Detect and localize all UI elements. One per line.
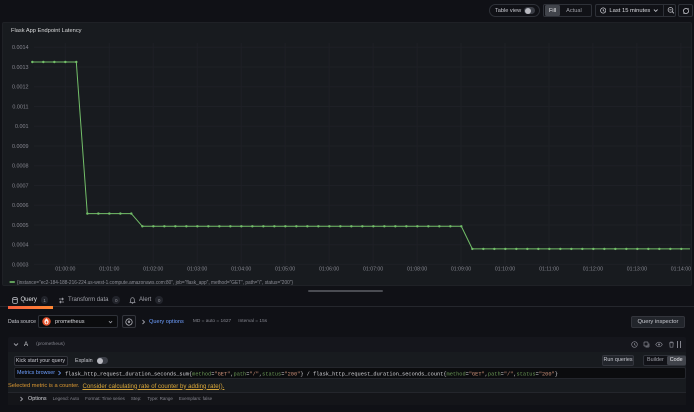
svg-text:01:11:00: 01:11:00 — [539, 267, 559, 273]
svg-text:01:12:00: 01:12:00 — [583, 267, 603, 273]
svg-text:01:14:00: 01:14:00 — [671, 267, 691, 273]
svg-text:01:05:00: 01:05:00 — [275, 267, 295, 273]
svg-text:0.001: 0.001 — [15, 124, 29, 130]
svg-text:0.0006: 0.0006 — [12, 203, 29, 209]
svg-text:flask_http_request_duration_se: flask_http_request_duration_seconds_sum{… — [65, 371, 558, 377]
svg-text:0.0012: 0.0012 — [12, 85, 29, 91]
svg-text:0.0004: 0.0004 — [12, 243, 29, 249]
svg-text:01:06:00: 01:06:00 — [319, 267, 339, 273]
svg-text:{instance="ec2-184-188-216-224: {instance="ec2-184-188-216-224.us-west-1… — [17, 280, 293, 286]
svg-text:01:03:00: 01:03:00 — [187, 267, 207, 273]
svg-text:01:04:00: 01:04:00 — [231, 267, 251, 273]
svg-text:01:02:00: 01:02:00 — [143, 267, 163, 273]
svg-text:01:09:00: 01:09:00 — [451, 267, 471, 273]
svg-text:0.0005: 0.0005 — [12, 223, 29, 229]
svg-text:0.0003: 0.0003 — [12, 262, 29, 268]
svg-text:0.0011: 0.0011 — [12, 104, 28, 110]
svg-text:01:08:00: 01:08:00 — [407, 267, 427, 273]
svg-text:0.0007: 0.0007 — [12, 183, 29, 189]
svg-text:0.0014: 0.0014 — [12, 45, 29, 51]
svg-text:01:00:00: 01:00:00 — [55, 267, 75, 273]
svg-text:01:01:00: 01:01:00 — [99, 267, 119, 273]
svg-text:0.0009: 0.0009 — [12, 144, 29, 150]
svg-text:01:10:00: 01:10:00 — [495, 267, 515, 273]
svg-text:01:13:00: 01:13:00 — [627, 267, 647, 273]
svg-text:0.0013: 0.0013 — [12, 65, 29, 71]
svg-text:0.0008: 0.0008 — [12, 164, 29, 170]
svg-text:01:07:00: 01:07:00 — [363, 267, 383, 273]
